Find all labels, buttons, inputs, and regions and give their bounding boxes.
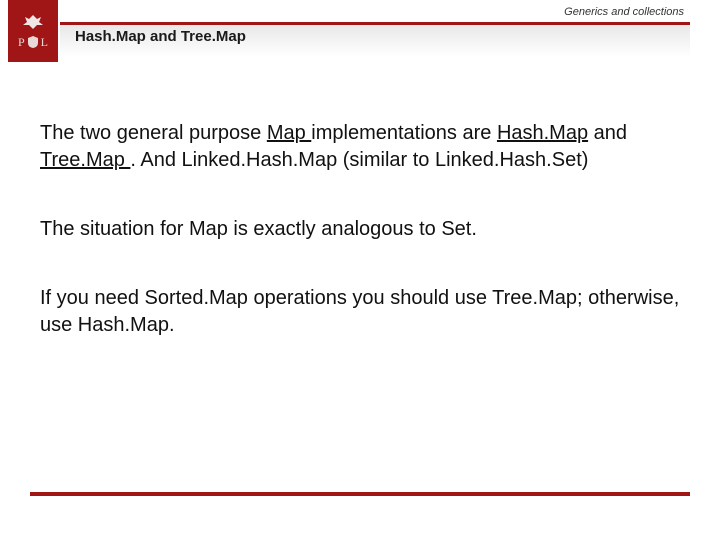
p1-text-c: and <box>588 122 627 144</box>
link-treemap[interactable]: Tree.Map <box>40 149 130 171</box>
paragraph-3: If you need Sorted.Map operations you sh… <box>40 285 680 339</box>
link-hashmap[interactable]: Hash.Map <box>497 122 588 144</box>
paragraph-2: The situation for Map is exactly analogo… <box>40 216 680 243</box>
logo-p: P <box>18 35 25 50</box>
p1-text-b: implementations are <box>311 122 497 144</box>
paragraph-1: The two general purpose Map implementati… <box>40 120 680 174</box>
p1-text-d: . And Linked.Hash.Map (similar to Linked… <box>130 149 588 171</box>
slide-title: Hash.Map and Tree.Map <box>75 28 246 45</box>
university-logo: P L <box>8 0 58 62</box>
shield-icon <box>28 36 38 48</box>
topic-label: Generics and collections <box>564 6 684 18</box>
slide-header: P L Generics and collections Hash.Map an… <box>0 0 720 62</box>
logo-l: L <box>41 35 48 50</box>
link-map[interactable]: Map <box>267 122 311 144</box>
slide-body: The two general purpose Map implementati… <box>40 120 680 381</box>
eagle-icon <box>21 13 45 31</box>
footer-rule <box>30 492 690 496</box>
logo-letters: P L <box>18 35 48 50</box>
p1-text-a: The two general purpose <box>40 122 267 144</box>
